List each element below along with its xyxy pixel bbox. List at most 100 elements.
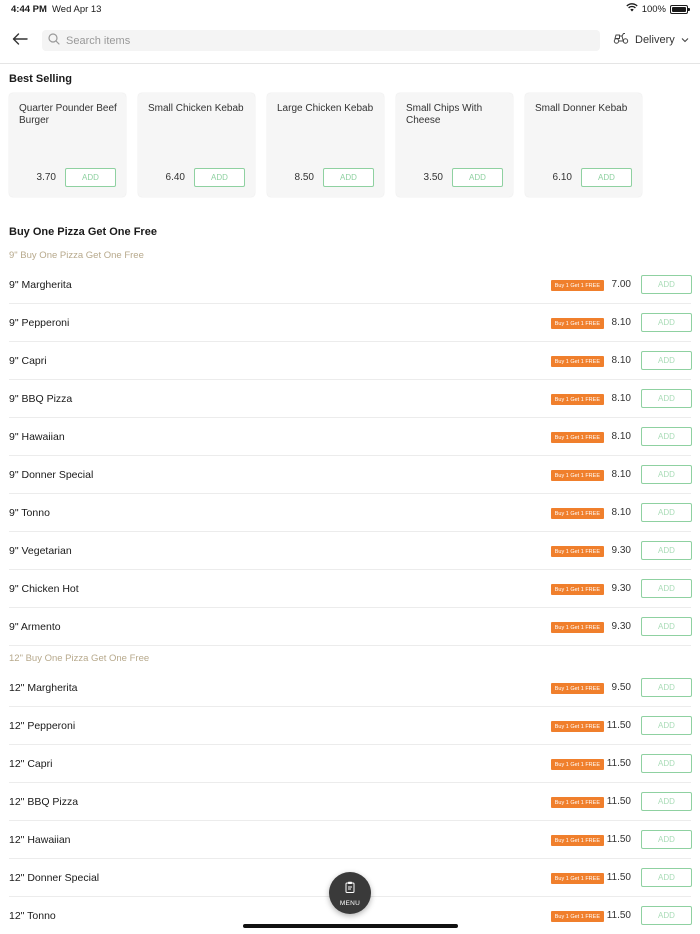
add-button[interactable]: ADD <box>641 792 692 811</box>
promo-badge: Buy 1 Get 1 FREE <box>550 318 604 329</box>
promo-badge: Buy 1 Get 1 FREE <box>550 721 604 732</box>
menu-fab-button[interactable]: MENU <box>329 872 371 914</box>
add-button[interactable]: ADD <box>641 427 692 446</box>
best-selling-card[interactable]: Quarter Pounder Beef Burger 3.70 ADD <box>9 93 126 197</box>
category-title: 9" Buy One Pizza Get One Free <box>9 250 144 261</box>
delivery-selector[interactable]: Delivery <box>613 32 689 47</box>
card-add-button[interactable]: ADD <box>452 168 503 187</box>
add-button[interactable]: ADD <box>641 678 692 697</box>
menu-item-row[interactable]: 12" Capri Buy 1 Get 1 FREE 11.50 ADD <box>0 745 700 783</box>
menu-item-name: 12" Margherita <box>9 682 78 694</box>
menu-item-price: 8.10 <box>611 393 631 404</box>
best-selling-card[interactable]: Small Donner Kebab 6.10 ADD <box>525 93 642 197</box>
menu-item-row[interactable]: 9" Margherita Buy 1 Get 1 FREE 7.00 ADD <box>0 266 700 304</box>
menu-item-row[interactable]: 12" Margherita Buy 1 Get 1 FREE 9.50 ADD <box>0 669 700 707</box>
card-add-button[interactable]: ADD <box>323 168 374 187</box>
menu-item-price: 11.50 <box>606 910 631 921</box>
promo-badge: Buy 1 Get 1 FREE <box>550 911 604 922</box>
menu-item-row[interactable]: 9" Hawaiian Buy 1 Get 1 FREE 8.10 ADD <box>0 418 700 456</box>
menu-item-price: 7.00 <box>611 279 631 290</box>
add-button[interactable]: ADD <box>641 503 692 522</box>
menu-item-price: 8.10 <box>611 355 631 366</box>
add-button[interactable]: ADD <box>641 906 692 925</box>
menu-item-price: 11.50 <box>606 758 631 769</box>
card-add-button[interactable]: ADD <box>65 168 116 187</box>
promo-badge: Buy 1 Get 1 FREE <box>550 508 604 519</box>
menu-item-row[interactable]: 9" Donner Special Buy 1 Get 1 FREE 8.10 ADD <box>0 456 700 494</box>
menu-item-price: 8.10 <box>611 469 631 480</box>
top-bar: Delivery <box>0 26 700 64</box>
menu-item-row[interactable]: 12" Pepperoni Buy 1 Get 1 FREE 11.50 ADD <box>0 707 700 745</box>
menu-item-row[interactable]: 9" Tonno Buy 1 Get 1 FREE 8.10 ADD <box>0 494 700 532</box>
card-item-name: Large Chicken Kebab <box>277 103 374 114</box>
promo-badge: Buy 1 Get 1 FREE <box>550 432 604 443</box>
menu-item-price: 9.30 <box>611 583 631 594</box>
add-button[interactable]: ADD <box>641 275 692 294</box>
best-selling-card[interactable]: Large Chicken Kebab 8.50 ADD <box>267 93 384 197</box>
menu-item-price: 8.10 <box>611 507 631 518</box>
menu-item-price: 9.50 <box>611 682 631 693</box>
best-selling-card[interactable]: Small Chicken Kebab 6.40 ADD <box>138 93 255 197</box>
status-right: 100% <box>626 3 690 15</box>
menu-item-row[interactable]: 9" BBQ Pizza Buy 1 Get 1 FREE 8.10 ADD <box>0 380 700 418</box>
back-button[interactable] <box>10 31 30 51</box>
card-item-name: Quarter Pounder Beef Burger <box>19 103 117 126</box>
menu-item-row[interactable]: 12" BBQ Pizza Buy 1 Get 1 FREE 11.50 ADD <box>0 783 700 821</box>
menu-item-name: 12" Hawaiian <box>9 834 71 846</box>
add-button[interactable]: ADD <box>641 617 692 636</box>
delivery-label: Delivery <box>635 33 675 46</box>
add-button[interactable]: ADD <box>641 541 692 560</box>
wifi-icon <box>626 3 638 15</box>
add-button[interactable]: ADD <box>641 754 692 773</box>
search-input[interactable] <box>66 34 566 47</box>
menu-fab-label: MENU <box>339 899 361 907</box>
menu-item-price: 8.10 <box>611 317 631 328</box>
promo-badge: Buy 1 Get 1 FREE <box>550 873 604 884</box>
menu-item-name: 12" Pepperoni <box>9 720 76 732</box>
menu-item-price: 11.50 <box>606 872 631 883</box>
menu-item-name: 12" BBQ Pizza <box>9 796 79 808</box>
menu-item-price: 11.50 <box>606 720 631 731</box>
card-add-button[interactable]: ADD <box>194 168 245 187</box>
home-indicator <box>243 924 458 928</box>
menu-item-price: 8.10 <box>611 431 631 442</box>
menu-item-row[interactable]: 9" Pepperoni Buy 1 Get 1 FREE 8.10 ADD <box>0 304 700 342</box>
menu-item-row[interactable]: 9" Chicken Hot Buy 1 Get 1 FREE 9.30 ADD <box>0 570 700 608</box>
menu-item-price: 9.30 <box>611 621 631 632</box>
best-selling-title: Best Selling <box>9 73 72 85</box>
card-item-name: Small Chicken Kebab <box>148 103 244 114</box>
menu-item-row[interactable]: 12" Hawaiian Buy 1 Get 1 FREE 11.50 ADD <box>0 821 700 859</box>
search-bar[interactable] <box>42 30 600 51</box>
add-button[interactable]: ADD <box>641 868 692 887</box>
menu-item-name: 9" Pepperoni <box>9 317 70 329</box>
add-button[interactable]: ADD <box>641 579 692 598</box>
card-item-price: 3.70 <box>36 172 56 183</box>
promo-badge: Buy 1 Get 1 FREE <box>550 683 604 694</box>
promo-badge: Buy 1 Get 1 FREE <box>550 759 604 770</box>
add-button[interactable]: ADD <box>641 389 692 408</box>
add-button[interactable]: ADD <box>641 716 692 735</box>
chevron-down-icon <box>681 34 689 46</box>
best-selling-list: Quarter Pounder Beef Burger 3.70 ADD Small … <box>9 93 642 197</box>
menu-item-row[interactable]: 9" Vegetarian Buy 1 Get 1 FREE 9.30 ADD <box>0 532 700 570</box>
menu-item-name: 9" Margherita <box>9 279 72 291</box>
menu-item-name: 12" Tonno <box>9 910 56 922</box>
add-button[interactable]: ADD <box>641 351 692 370</box>
add-button[interactable]: ADD <box>641 830 692 849</box>
card-item-price: 3.50 <box>423 172 443 183</box>
battery-label: 100% <box>641 3 666 15</box>
add-button[interactable]: ADD <box>641 313 692 332</box>
menu-item-price: 9.30 <box>611 545 631 556</box>
promo-badge: Buy 1 Get 1 FREE <box>550 356 604 367</box>
search-icon <box>48 32 60 50</box>
menu-item-name: 9" Donner Special <box>9 469 94 481</box>
menu-item-row[interactable]: 9" Armento Buy 1 Get 1 FREE 9.30 ADD <box>0 608 700 646</box>
menu-item-name: 9" BBQ Pizza <box>9 393 73 405</box>
best-selling-card[interactable]: Small Chips With Cheese 3.50 ADD <box>396 93 513 197</box>
promo-badge: Buy 1 Get 1 FREE <box>550 622 604 633</box>
promo-badge: Buy 1 Get 1 FREE <box>550 470 604 481</box>
menu-item-row[interactable]: 9" Capri Buy 1 Get 1 FREE 8.10 ADD <box>0 342 700 380</box>
card-add-button[interactable]: ADD <box>581 168 632 187</box>
promo-badge: Buy 1 Get 1 FREE <box>550 394 604 405</box>
add-button[interactable]: ADD <box>641 465 692 484</box>
